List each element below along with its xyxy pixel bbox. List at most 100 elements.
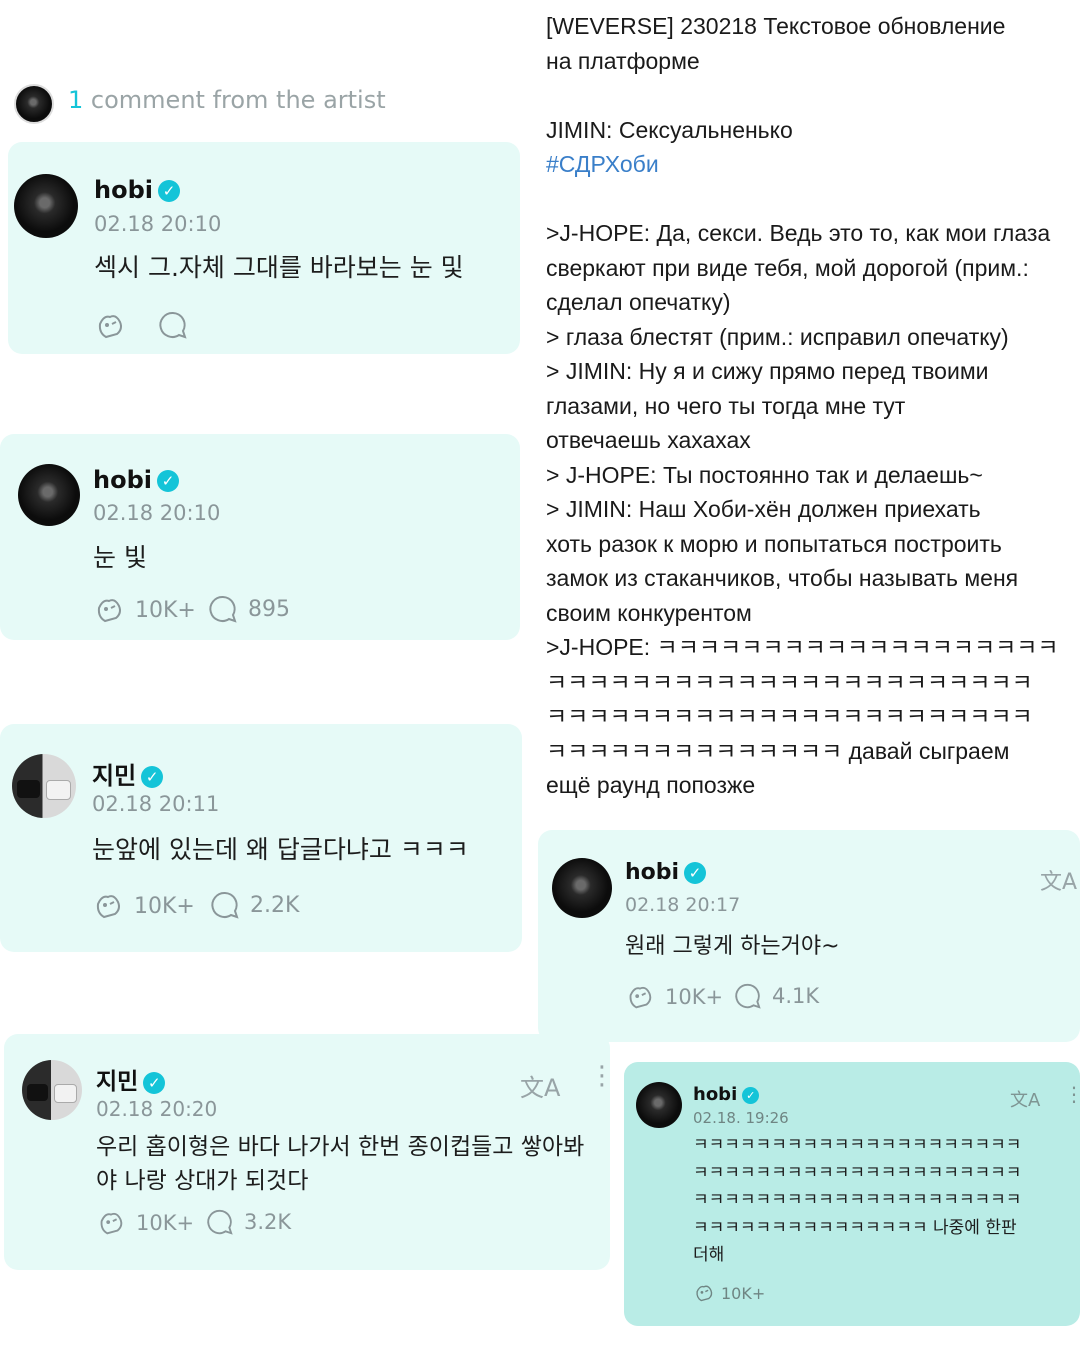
comment-text: 눈앞에 있는데 왜 답글다냐고 ㅋㅋㅋ — [92, 835, 469, 864]
verified-icon: ✓ — [156, 470, 179, 492]
translation-line: ㅋㅋㅋㅋㅋㅋㅋㅋㅋㅋㅋㅋㅋㅋ давай сыграем — [546, 737, 1010, 764]
like-icon — [625, 982, 655, 1012]
avatar[interactable] — [552, 858, 612, 918]
comment-text: 우리 홉이형은 바다 나가서 한번 종이컵들고 쌓아봐 야 나랑 상대가 되것다 — [96, 1130, 584, 1198]
translation-line: хоть разок к морю и попытаться построить — [546, 530, 1002, 557]
comment-author[interactable]: hobi ✓ — [625, 860, 707, 885]
reply-count: 2.2K — [250, 892, 300, 918]
artist-comment-count: 1 — [68, 86, 84, 114]
translation-line: JIMIN: Сексуальненько — [546, 116, 793, 143]
translation-line: ​ — [546, 182, 1074, 217]
like-icon — [96, 1208, 126, 1238]
comment-text-line: ㅋㅋㅋㅋㅋㅋㅋㅋㅋㅋㅋㅋㅋㅋㅋ 나중에 한판 — [693, 1217, 1017, 1238]
comment-text-line: ㅋㅋㅋㅋㅋㅋㅋㅋㅋㅋㅋㅋㅋㅋㅋㅋㅋㅋㅋㅋㅋ — [693, 1162, 1022, 1183]
reply-button[interactable]: 3.2K — [206, 1208, 291, 1236]
comment-author[interactable]: hobi ✓ — [94, 176, 180, 204]
comment-bubble-icon — [734, 982, 762, 1010]
avatar[interactable] — [12, 754, 76, 818]
translation-line: своим конкурентом — [546, 599, 752, 626]
like-count: 10K+ — [721, 1283, 766, 1303]
translation-line: глазами, но чего ты тогда мне тут — [546, 392, 906, 419]
translation-line: > JIMIN: Ну я и сижу прямо перед твоими — [546, 358, 989, 384]
like-count: 10K+ — [135, 597, 196, 623]
comment-bubble-icon — [206, 1208, 234, 1236]
comment-text: ㅋㅋㅋㅋㅋㅋㅋㅋㅋㅋㅋㅋㅋㅋㅋㅋㅋㅋㅋㅋㅋ ㅋㅋㅋㅋㅋㅋㅋㅋㅋㅋㅋㅋㅋㅋㅋㅋㅋㅋ… — [693, 1132, 1021, 1270]
comment-author[interactable]: 지민 ✓ — [96, 1062, 166, 1096]
comment-text: 섹시 그.자체 그대를 바라보는 눈 및 — [94, 253, 464, 282]
avatar[interactable] — [18, 464, 80, 526]
translate-icon[interactable]: 文A — [1010, 1086, 1040, 1112]
comment-bubble-icon — [210, 890, 240, 920]
comment-text-line: 우리 홉이형은 바다 나가서 한번 종이컵들고 쌓아봐 — [96, 1134, 585, 1160]
comment-card: hobi ✓ 02.18 20:10 섹시 그.자체 그대를 바라보는 눈 및 — [8, 142, 520, 354]
comment-time: 02.18 20:10 — [94, 212, 222, 236]
translation-line: сверкают при виде тебя, мой дорогой (при… — [546, 254, 1029, 281]
artist-comment-label: comment from the artist — [90, 86, 386, 114]
comment-author[interactable]: 지민 ✓ — [92, 756, 164, 791]
reply-button[interactable]: 2.2K — [210, 890, 299, 920]
comment-text-line: 더해 — [693, 1245, 725, 1265]
reply-button[interactable]: 4.1K — [734, 982, 819, 1010]
comment-time: 02.18. 19:26 — [693, 1109, 789, 1127]
comment-card: 지민 ✓ 02.18 20:11 눈앞에 있는데 왜 답글다냐고 ㅋㅋㅋ 10K+… — [0, 724, 522, 952]
comment-time: 02.18 20:11 — [92, 792, 220, 816]
like-button[interactable]: 10K+ — [625, 982, 723, 1012]
like-count: 10K+ — [136, 1211, 195, 1235]
comment-text-line: 야 나랑 상대가 되것다 — [96, 1168, 309, 1194]
comment-card: hobi ✓ 02.18 20:10 눈 빛 10K+ 895 — [0, 434, 520, 640]
translation-line: ㅋㅋㅋㅋㅋㅋㅋㅋㅋㅋㅋㅋㅋㅋㅋㅋㅋㅋㅋㅋㅋㅋㅋ — [546, 703, 1033, 729]
reply-count: 3.2K — [244, 1210, 292, 1234]
comment-bubble-icon — [208, 594, 238, 624]
verified-icon: ✓ — [742, 1086, 760, 1104]
comment-author[interactable]: hobi ✓ — [93, 466, 179, 494]
translation-line: [WEVERSE] 230218 Текстовое обновление — [546, 13, 1006, 39]
translation-line: > J-HOPE: Ты постоянно так и делаешь~ — [546, 461, 983, 488]
reply-count: 4.1K — [772, 984, 820, 1008]
artist-comment-header[interactable]: 1 comment from the artist — [68, 86, 386, 114]
more-options-icon[interactable]: ⋮ — [1064, 1084, 1080, 1104]
translation-line: на платформе — [546, 47, 700, 74]
comment-card: 지민 ✓ 02.18 20:20 우리 홉이형은 바다 나가서 한번 종이컵들고 … — [4, 1034, 615, 1270]
verified-icon: ✓ — [684, 862, 707, 884]
translation-line: ㅋㅋㅋㅋㅋㅋㅋㅋㅋㅋㅋㅋㅋㅋㅋㅋㅋㅋㅋㅋㅋㅋㅋ — [546, 668, 1033, 695]
comment-time: 02.18 20:17 — [625, 894, 741, 916]
like-button[interactable]: 10K+ — [93, 594, 196, 626]
translation-line: сделал опечатку) — [546, 289, 731, 315]
translation-line: замок из стаканчиков, чтобы называть мен… — [546, 565, 1019, 591]
comment-time: 02.18 20:20 — [96, 1097, 218, 1121]
comment-text-line: ㅋㅋㅋㅋㅋㅋㅋㅋㅋㅋㅋㅋㅋㅋㅋㅋㅋㅋㅋㅋㅋ — [693, 1190, 1022, 1210]
translate-icon[interactable]: 文A — [1040, 864, 1077, 896]
translation-line: > глаза блестят (прим.: исправил опечатк… — [546, 323, 1009, 350]
like-count: 10K+ — [134, 893, 195, 919]
comment-text: 눈 빛 — [93, 543, 147, 572]
like-button[interactable]: 10K+ — [693, 1282, 765, 1304]
like-button[interactable] — [94, 310, 126, 342]
like-button[interactable]: 10K+ — [92, 890, 195, 922]
comment-text-line: ㅋㅋㅋㅋㅋㅋㅋㅋㅋㅋㅋㅋㅋㅋㅋㅋㅋㅋㅋㅋㅋ — [693, 1135, 1022, 1155]
translation-line: ​ — [546, 78, 1074, 113]
avatar[interactable] — [14, 174, 78, 238]
verified-icon: ✓ — [141, 766, 164, 788]
reply-button[interactable]: 895 — [208, 594, 290, 624]
translation-line: >J-HOPE: Да, секси. Ведь это то, как мои… — [546, 220, 1051, 246]
hashtag-link[interactable]: #СДРХоби — [546, 147, 1074, 182]
translation-text: [WEVERSE] 230218 Текстовое обновление на… — [546, 9, 1074, 803]
translation-line: >J-HOPE: ㅋㅋㅋㅋㅋㅋㅋㅋㅋㅋㅋㅋㅋㅋㅋㅋㅋㅋㅋ — [546, 634, 1059, 660]
like-icon — [92, 890, 124, 922]
verified-icon: ✓ — [157, 180, 180, 202]
comment-bubble-icon — [158, 310, 188, 340]
avatar[interactable] — [636, 1082, 682, 1128]
translation-line: ещё раунд попозже — [546, 772, 756, 798]
comment-card: hobi ✓ 02.18 20:17 원래 그렇게 하는거야~ 文A 10K+ 4… — [538, 830, 1080, 1042]
more-options-icon[interactable]: ⋮ — [589, 1063, 615, 1089]
avatar[interactable] — [22, 1060, 82, 1120]
artist-avatar — [14, 84, 54, 124]
comment-time: 02.18 20:10 — [93, 501, 221, 525]
reply-button[interactable] — [158, 310, 188, 340]
like-button[interactable]: 10K+ — [96, 1208, 194, 1238]
verified-icon: ✓ — [143, 1071, 166, 1094]
comment-author[interactable]: hobi ✓ — [693, 1084, 760, 1105]
like-count: 10K+ — [665, 985, 724, 1009]
comment-text: 원래 그렇게 하는거야~ — [625, 934, 840, 959]
translate-icon[interactable]: 文A — [520, 1068, 560, 1103]
